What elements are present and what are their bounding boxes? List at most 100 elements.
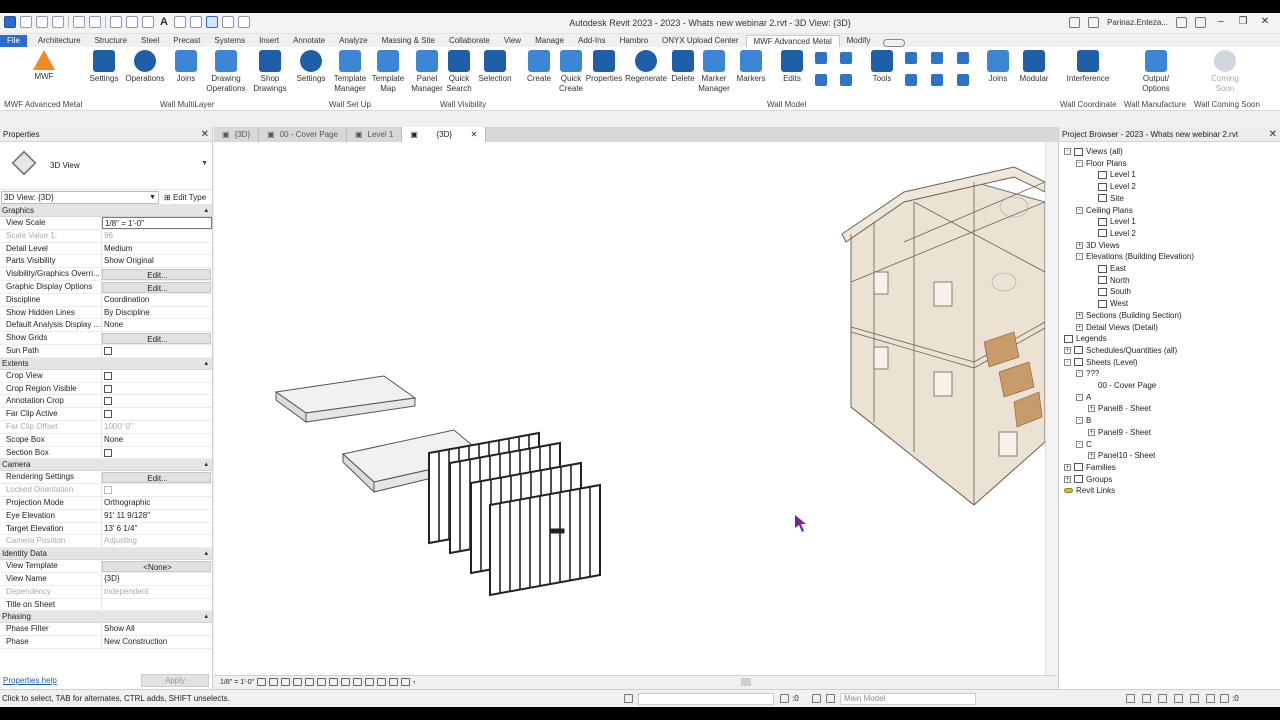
property-value[interactable]: 1/8" = 1'-0" bbox=[102, 217, 212, 229]
property-value[interactable] bbox=[102, 345, 212, 357]
browser-node[interactable]: Legends bbox=[1064, 333, 1107, 344]
browser-node[interactable]: Level 1 bbox=[1088, 216, 1136, 227]
view-scale[interactable]: 1/8" = 1'-0" bbox=[220, 679, 254, 686]
tool-5-icon[interactable] bbox=[905, 52, 917, 64]
collapse-icon[interactable]: - bbox=[1076, 417, 1083, 425]
properties-help-link[interactable]: Properties help bbox=[3, 673, 57, 689]
joins-button[interactable]: Joins bbox=[172, 50, 200, 84]
expand-icon[interactable]: + bbox=[1076, 323, 1083, 331]
apply-button[interactable]: Apply bbox=[141, 674, 209, 687]
workset-dropdown[interactable] bbox=[638, 693, 774, 705]
type-selector[interactable]: 3D View ▼ bbox=[0, 142, 212, 190]
browser-node[interactable]: - Sheets (Level) bbox=[1064, 357, 1138, 368]
browser-node[interactable]: Level 2 bbox=[1088, 181, 1136, 192]
restore-button[interactable]: ❐ bbox=[1236, 16, 1250, 28]
mwf-button[interactable]: MWF bbox=[30, 50, 58, 82]
property-value[interactable]: Edit... bbox=[102, 472, 211, 484]
browser-node[interactable]: + Panel9 - Sheet bbox=[1088, 427, 1151, 438]
browser-node[interactable]: Level 2 bbox=[1088, 228, 1136, 239]
checkbox[interactable] bbox=[104, 371, 112, 380]
property-value[interactable] bbox=[102, 395, 212, 407]
expand-icon[interactable]: + bbox=[1088, 452, 1095, 460]
shadows-icon[interactable] bbox=[293, 678, 303, 686]
collapse-icon[interactable]: ▴ bbox=[204, 611, 208, 623]
property-value[interactable]: <None> bbox=[102, 561, 211, 572]
collapse-icon[interactable]: - bbox=[1076, 206, 1083, 214]
ribbon-tab[interactable]: Architecture bbox=[31, 35, 88, 47]
quick-search-button[interactable]: Quick Search bbox=[445, 50, 473, 94]
browser-node[interactable]: + Panel10 - Sheet bbox=[1088, 450, 1155, 461]
output-options-button[interactable]: Output/ Options bbox=[1138, 50, 1174, 94]
temp-hide-icon[interactable] bbox=[353, 678, 363, 686]
expand-icon[interactable]: + bbox=[1088, 428, 1095, 436]
filter-icon[interactable] bbox=[1220, 694, 1229, 703]
save-icon[interactable] bbox=[36, 16, 48, 28]
expand-icon[interactable]: + bbox=[1064, 463, 1071, 471]
select-pinned-icon[interactable] bbox=[1158, 694, 1167, 703]
browser-node[interactable]: Site bbox=[1088, 193, 1124, 204]
open-icon[interactable] bbox=[20, 16, 32, 28]
tool-10-icon[interactable] bbox=[957, 74, 969, 86]
property-value[interactable]: {3D} bbox=[102, 573, 212, 585]
property-value[interactable]: Edit... bbox=[102, 333, 211, 344]
edit-type-button[interactable]: ⊞ Edit Type bbox=[164, 193, 206, 202]
background-process-icon[interactable] bbox=[1206, 694, 1215, 703]
drag-elements-icon[interactable] bbox=[1190, 694, 1199, 703]
property-value[interactable] bbox=[102, 370, 212, 382]
view-tab[interactable]: ▣ {3D} ✕ bbox=[402, 127, 487, 142]
ribbon-tab[interactable]: File bbox=[0, 35, 27, 47]
browser-node[interactable]: South bbox=[1088, 286, 1131, 297]
property-value[interactable]: Show All bbox=[102, 623, 212, 635]
crop-view-icon[interactable] bbox=[317, 678, 327, 686]
markers-button[interactable]: Markers bbox=[734, 50, 768, 84]
view-tab[interactable]: ▣ Level 1 bbox=[347, 127, 403, 142]
ribbon-tab[interactable]: Structure bbox=[88, 35, 134, 47]
property-value[interactable]: Orthographic bbox=[102, 497, 212, 509]
wall-tool-4-icon[interactable] bbox=[840, 74, 852, 86]
detail-level-icon[interactable] bbox=[257, 678, 267, 686]
ribbon-tab[interactable]: Manage bbox=[528, 35, 571, 47]
property-value[interactable]: New Construction bbox=[102, 636, 212, 648]
user-name[interactable]: Parinaz.Enteza... bbox=[1107, 18, 1168, 27]
close-icon[interactable]: ✕ bbox=[471, 127, 478, 142]
property-value[interactable]: 91' 11 9/128" bbox=[102, 510, 212, 522]
select-by-face-icon[interactable] bbox=[1174, 694, 1183, 703]
selection-button[interactable]: Selection bbox=[477, 50, 513, 84]
property-value[interactable] bbox=[102, 383, 212, 395]
panel-manager-button[interactable]: Panel Manager bbox=[409, 50, 445, 94]
tool-8-icon[interactable] bbox=[905, 74, 917, 86]
ribbon-tab[interactable]: ONYX Upload Center bbox=[655, 35, 745, 47]
collapse-icon[interactable]: - bbox=[1064, 358, 1071, 366]
ribbon-tab[interactable]: Steel bbox=[134, 35, 166, 47]
property-value[interactable]: None bbox=[102, 319, 212, 331]
view-tab[interactable]: ▣ {3D} bbox=[214, 127, 260, 142]
browser-node[interactable]: + Schedules/Quantities (all) bbox=[1064, 345, 1177, 356]
help-icon[interactable] bbox=[1195, 16, 1206, 28]
browser-node[interactable]: -B bbox=[1076, 415, 1091, 426]
render-icon[interactable] bbox=[305, 678, 315, 686]
property-value[interactable] bbox=[102, 599, 212, 611]
crop-region-icon[interactable] bbox=[329, 678, 339, 686]
collapse-icon[interactable]: ▴ bbox=[204, 205, 208, 217]
collapse-icon[interactable]: - bbox=[1064, 148, 1071, 155]
collapse-icon[interactable]: - bbox=[1076, 159, 1083, 167]
property-section-header[interactable]: Extents ▴ bbox=[0, 357, 212, 370]
reveal-hidden-icon[interactable] bbox=[365, 678, 375, 686]
checkbox[interactable] bbox=[104, 384, 112, 393]
browser-node[interactable]: + Groups bbox=[1064, 474, 1112, 485]
ribbon-tab[interactable]: Systems bbox=[207, 35, 252, 47]
thin-lines-icon[interactable] bbox=[206, 16, 218, 28]
sync-icon[interactable] bbox=[52, 16, 64, 28]
close-icon[interactable]: ✕ bbox=[201, 127, 209, 142]
checkbox[interactable] bbox=[104, 346, 112, 355]
modular-button[interactable]: Modular bbox=[1016, 50, 1052, 84]
property-value[interactable]: 13' 6 1/4" bbox=[102, 523, 212, 535]
property-value[interactable] bbox=[102, 447, 212, 459]
property-value[interactable]: By Discipline bbox=[102, 307, 212, 319]
switch-windows-icon[interactable] bbox=[238, 16, 250, 28]
ribbon-tab[interactable]: MWF Advanced Metal bbox=[745, 35, 840, 47]
vertical-scrollbar[interactable] bbox=[1045, 142, 1057, 675]
browser-node[interactable]: - Ceiling Plans bbox=[1076, 205, 1133, 216]
select-links-icon[interactable] bbox=[1126, 694, 1135, 703]
collapse-icon[interactable]: ▴ bbox=[204, 358, 208, 370]
